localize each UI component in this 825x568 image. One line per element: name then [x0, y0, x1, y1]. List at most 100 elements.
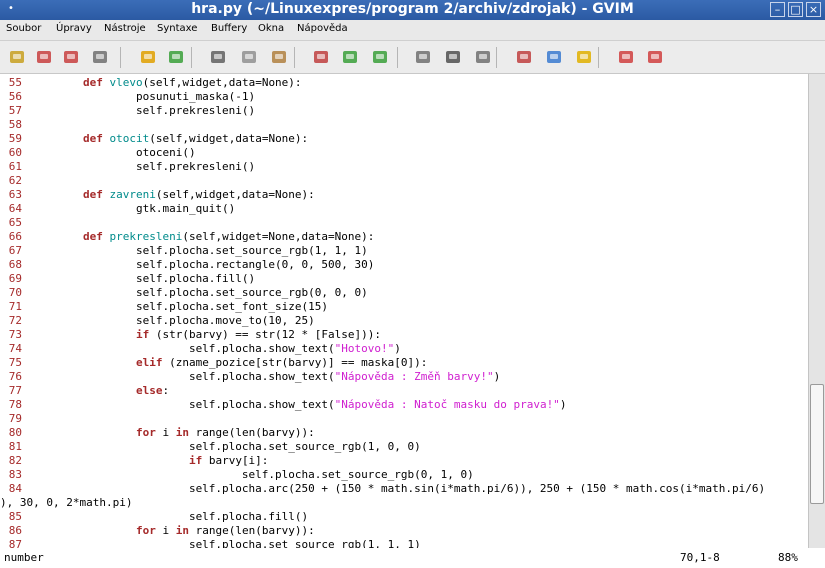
code-line: 65 [0, 216, 30, 230]
code-line: 80 for i in range(len(barvy)): [0, 426, 315, 440]
load-session-icon[interactable] [414, 48, 432, 66]
code-text: self.plocha.set_source_rgb(1, 1, 1) [30, 244, 368, 257]
menu-upravy[interactable]: Úpravy [56, 23, 92, 34]
save-all-icon[interactable] [62, 48, 80, 66]
code-line: 75 elif (zname_pozice[str(barvy)] == mas… [0, 356, 428, 370]
code-text: self.prekresleni() [30, 160, 256, 173]
line-number: 62 [8, 174, 22, 187]
line-number: 57 [8, 104, 22, 117]
line-number: 82 [8, 454, 22, 467]
line-number: 87 [8, 538, 22, 548]
scrollbar-thumb[interactable] [810, 384, 824, 504]
line-number: 77 [8, 384, 22, 397]
code-text: otoceni() [30, 146, 196, 159]
line-number: 68 [8, 258, 22, 271]
code-line: 79 [0, 412, 30, 426]
line-number: 64 [8, 202, 22, 215]
code-line: 67 self.plocha.set_source_rgb(1, 1, 1) [0, 244, 368, 258]
jump-tag-icon[interactable] [575, 48, 593, 66]
run-script-icon[interactable] [474, 48, 492, 66]
code-text: self.plocha.arc(250 + (150 * math.sin(i*… [30, 482, 766, 495]
code-text: self.plocha.set_source_rgb(1, 1, 1) [30, 538, 421, 548]
print-icon[interactable] [91, 48, 109, 66]
save-session-icon[interactable] [444, 48, 462, 66]
title-bar[interactable]: • hra.py (~/Linuxexpres/program 2/archiv… [0, 0, 825, 20]
open-icon[interactable] [8, 48, 26, 66]
code-text: self.plocha.set_font_size(15) [30, 300, 329, 313]
line-number: 65 [8, 216, 22, 229]
replace-icon[interactable] [312, 48, 330, 66]
toolbar-separator [191, 47, 192, 68]
code-line: 82 if barvy[i]: [0, 454, 269, 468]
code-line: 68 self.plocha.rectangle(0, 0, 500, 30) [0, 258, 375, 272]
toolbar-separator [120, 47, 121, 68]
toolbar-separator [397, 47, 398, 68]
find-next-icon[interactable] [341, 48, 359, 66]
code-line: 76 self.plocha.show_text("Nápověda : Změ… [0, 370, 500, 384]
code-line: 59 def otocit(self,widget,data=None): [0, 132, 308, 146]
line-number: 60 [8, 146, 22, 159]
line-number: 56 [8, 90, 22, 103]
status-line: number 70,1-8 88% [0, 548, 825, 568]
cut-icon[interactable] [209, 48, 227, 66]
code-text: ), 30, 0, 2*math.pi) [0, 496, 133, 509]
find-help-icon[interactable] [646, 48, 664, 66]
close-icon[interactable]: × [806, 2, 821, 17]
help-icon[interactable] [617, 48, 635, 66]
code-line: 64 gtk.main_quit() [0, 202, 236, 216]
scroll-percent: 88% [778, 551, 798, 564]
code-text: self.plocha.fill() [30, 272, 256, 285]
line-number: 73 [8, 328, 22, 341]
menu-napoveda[interactable]: Nápověda [297, 23, 348, 34]
paste-icon[interactable] [270, 48, 288, 66]
menu-nastroje[interactable]: Nástroje [104, 23, 146, 34]
undo-icon[interactable] [139, 48, 157, 66]
menu-bar: Soubor Úpravy Nástroje Syntaxe Buffery O… [0, 20, 825, 41]
copy-icon[interactable] [240, 48, 258, 66]
menu-okna[interactable]: Okna [258, 23, 284, 34]
code-text: self.plocha.show_text("Nápověda : Změň b… [30, 370, 501, 383]
save-icon[interactable] [35, 48, 53, 66]
code-line: 78 self.plocha.show_text("Nápověda : Nat… [0, 398, 567, 412]
code-text: def prekresleni(self,widget=None,data=No… [82, 230, 375, 243]
code-line: 87 self.plocha.set_source_rgb(1, 1, 1) [0, 538, 421, 548]
code-line: 57 self.prekresleni() [0, 104, 255, 118]
cursor-position: 70,1-8 [680, 551, 720, 564]
code-line: 84 self.plocha.arc(250 + (150 * math.sin… [0, 482, 765, 496]
redo-icon[interactable] [167, 48, 185, 66]
menu-syntaxe[interactable]: Syntaxe [157, 23, 197, 34]
line-number: 66 [8, 230, 22, 243]
code-text: elif (zname_pozice[str(barvy)] == maska[… [135, 356, 428, 369]
code-line: 56 posunuti_maska(-1) [0, 90, 255, 104]
minimize-icon[interactable]: – [770, 2, 785, 17]
code-line: 83 self.plocha.set_source_rgb(0, 1, 0) [0, 468, 474, 482]
line-number: 58 [8, 118, 22, 131]
toolbar-separator [598, 47, 599, 68]
line-number: 79 [8, 412, 22, 425]
line-number: 71 [8, 300, 22, 313]
line-number: 74 [8, 342, 22, 355]
make-icon[interactable] [515, 48, 533, 66]
vertical-scrollbar[interactable] [808, 74, 825, 548]
code-text: if barvy[i]: [188, 454, 269, 467]
menu-soubor[interactable]: Soubor [6, 23, 41, 34]
toolbar-separator [294, 47, 295, 68]
menu-buffery[interactable]: Buffery [211, 23, 247, 34]
code-line: 73 if (str(barvy) == str(12 * [False])): [0, 328, 381, 342]
editor-area[interactable]: 55 def vlevo(self,widget,data=None): 56 p… [0, 74, 808, 548]
code-text: for i in range(len(barvy)): [135, 524, 315, 537]
maximize-icon[interactable]: □ [788, 2, 803, 17]
build-tags-icon[interactable] [545, 48, 563, 66]
code-line: 69 self.plocha.fill() [0, 272, 255, 286]
line-number: 63 [8, 188, 22, 201]
code-line: 74 self.plocha.show_text("Hotovo!") [0, 342, 401, 356]
code-text: def vlevo(self,widget,data=None): [82, 76, 302, 89]
line-number: 78 [8, 398, 22, 411]
code-text: gtk.main_quit() [30, 202, 236, 215]
line-number: 86 [8, 524, 22, 537]
code-line: 71 self.plocha.set_font_size(15) [0, 300, 328, 314]
toolbar-separator [496, 47, 497, 68]
window-title: hra.py (~/Linuxexpres/program 2/archiv/z… [191, 1, 634, 17]
find-prev-icon[interactable] [371, 48, 389, 66]
code-text: def otocit(self,widget,data=None): [82, 132, 309, 145]
